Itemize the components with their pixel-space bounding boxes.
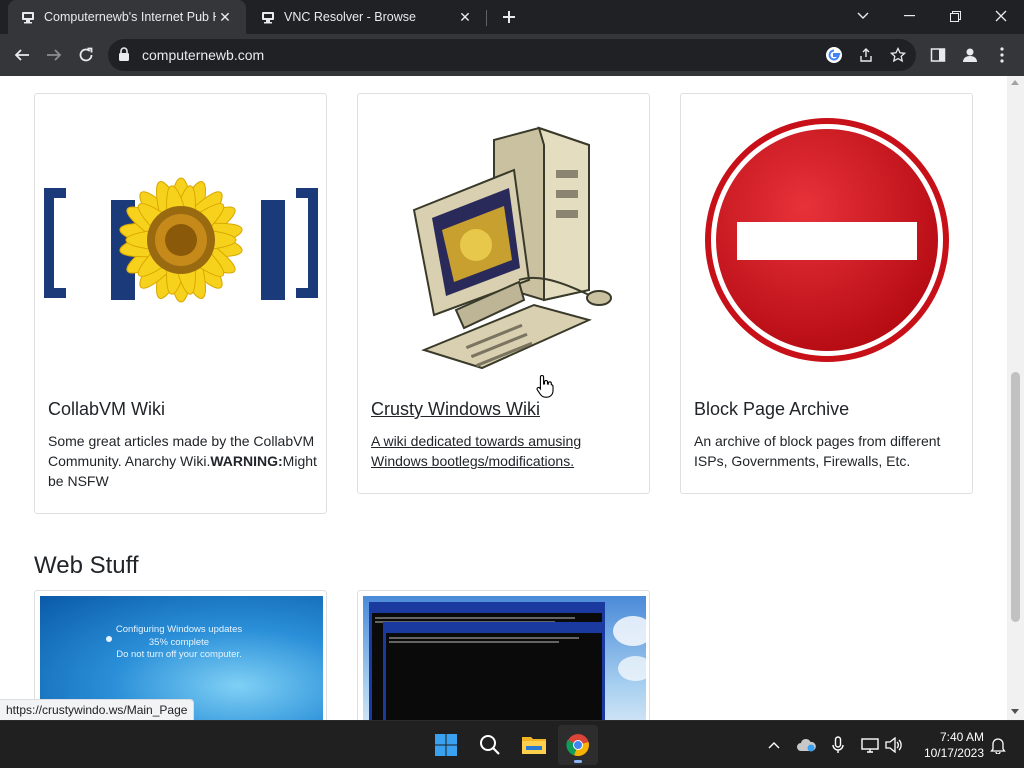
site-favicon-icon	[260, 9, 276, 25]
forward-arrow-icon[interactable]	[40, 41, 68, 69]
tab-computernewb[interactable]: Computernewb's Internet Pub H ✕	[8, 0, 246, 34]
site-favicon-icon	[20, 9, 36, 25]
scroll-up-arrow-icon[interactable]	[1011, 80, 1019, 85]
volume-speaker-icon[interactable]	[882, 733, 906, 757]
card-description-link[interactable]: A wiki dedicated towards amusing Windows…	[371, 431, 641, 471]
microphone-icon[interactable]	[826, 733, 850, 757]
scrollbar-thumb[interactable]	[1011, 372, 1020, 622]
card-console-screenshot[interactable]	[357, 590, 650, 720]
no-entry-sign-image	[687, 100, 967, 380]
spinner-icon	[106, 636, 112, 642]
file-explorer-icon[interactable]	[514, 725, 554, 765]
notification-bell-icon[interactable]	[986, 733, 1010, 757]
url-text: computernewb.com	[142, 47, 265, 63]
card-block-page-archive[interactable]: Block Page Archive An archive of block p…	[680, 93, 973, 494]
update-line-1: Configuring Windows updates	[115, 624, 243, 635]
console-screenshot-image	[363, 596, 646, 720]
address-bar[interactable]: computernewb.com	[108, 39, 916, 71]
back-arrow-icon[interactable]	[8, 41, 36, 69]
card-description: Some great articles made by the CollabVM…	[48, 431, 318, 491]
card-title-link[interactable]: Crusty Windows Wiki	[371, 399, 540, 420]
card-description: An archive of block pages from different…	[694, 433, 941, 469]
share-icon[interactable]	[855, 44, 877, 66]
show-hidden-icons-chevron-up-icon[interactable]	[762, 733, 786, 757]
hand-cursor-icon	[536, 374, 554, 403]
link-status-bubble: https://crustywindo.ws/Main_Page	[0, 699, 195, 720]
bookmark-star-icon[interactable]	[887, 44, 909, 66]
onedrive-cloud-icon[interactable]	[794, 733, 818, 757]
warning-label: WARNING:	[210, 453, 283, 469]
tab-title: VNC Resolver - Browse	[284, 10, 416, 24]
restore-icon[interactable]	[932, 0, 978, 32]
search-icon[interactable]	[470, 725, 510, 765]
update-line-3: Do not turn off your computer.	[116, 649, 242, 660]
new-tab-button[interactable]	[497, 5, 521, 29]
scroll-down-arrow-icon[interactable]	[1011, 709, 1019, 714]
tab-title: Computernewb's Internet Pub H	[44, 10, 216, 24]
sunflower-logo-image	[41, 100, 321, 380]
card-title: CollabVM Wiki	[48, 399, 166, 419]
google-lens-icon[interactable]	[823, 44, 845, 66]
network-display-icon[interactable]	[858, 733, 882, 757]
section-heading: Web Stuff	[34, 552, 139, 579]
chrome-taskbar-icon[interactable]	[558, 725, 598, 765]
close-tab-icon[interactable]: ✕	[456, 8, 474, 26]
tab-strip: Computernewb's Internet Pub H ✕ VNC Reso…	[0, 0, 1024, 34]
reload-icon[interactable]	[72, 41, 100, 69]
clock-date: 10/17/2023	[923, 746, 984, 760]
active-app-indicator	[574, 760, 582, 763]
browser-menu-icon[interactable]	[988, 41, 1016, 69]
tab-divider	[486, 10, 487, 26]
retro-computer-image	[364, 100, 644, 380]
page-viewport: CollabVM Wiki Some great articles made b…	[0, 76, 1024, 720]
windows-taskbar: 7:40 AM 10/17/2023	[0, 720, 1024, 768]
profile-avatar-icon[interactable]	[956, 41, 984, 69]
close-window-icon[interactable]	[978, 0, 1024, 32]
update-status-lines: Configuring Windows updates 35% complete…	[114, 624, 244, 662]
tab-vnc-resolver[interactable]: VNC Resolver - Browse ✕	[248, 0, 486, 34]
page-scrollbar[interactable]	[1007, 76, 1024, 720]
tab-search-chevron-down-icon[interactable]	[840, 0, 886, 32]
lock-icon[interactable]	[118, 47, 130, 67]
minimize-icon[interactable]	[886, 0, 932, 32]
start-windows-icon[interactable]	[426, 725, 466, 765]
browser-toolbar: computernewb.com	[0, 34, 1024, 76]
clock-time: 7:40 AM	[939, 730, 984, 744]
card-crusty-windows-wiki[interactable]: Crusty Windows Wiki A wiki dedicated tow…	[357, 93, 650, 494]
close-tab-icon[interactable]: ✕	[216, 8, 234, 26]
card-title: Block Page Archive	[694, 399, 850, 419]
update-line-2: 35% complete	[148, 636, 210, 648]
card-collabvm-wiki[interactable]: CollabVM Wiki Some great articles made b…	[34, 93, 327, 514]
system-clock[interactable]: 7:40 AM 10/17/2023	[914, 729, 984, 761]
side-panel-icon[interactable]	[924, 41, 952, 69]
